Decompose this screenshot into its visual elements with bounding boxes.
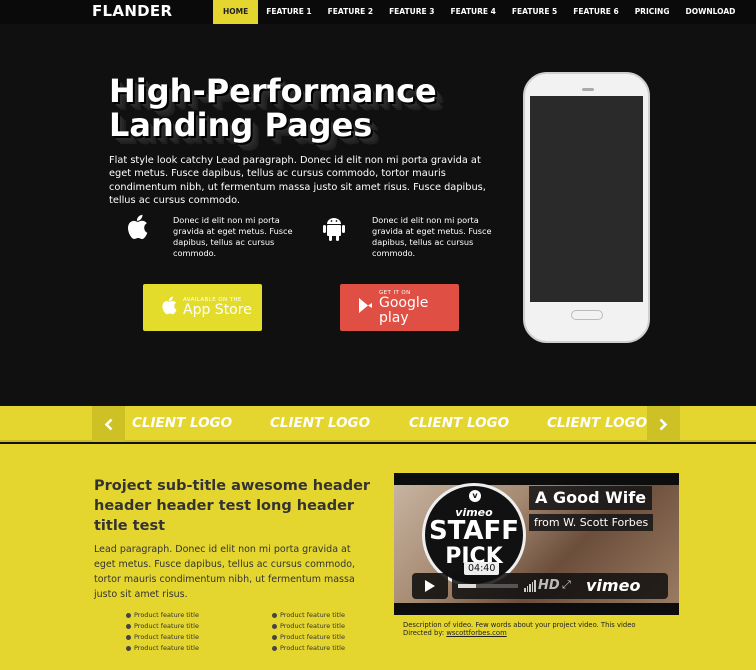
phone-mockup	[523, 72, 650, 343]
nav-item-feature-6[interactable]: FEATURE 6	[565, 0, 626, 24]
bullet-icon	[126, 645, 131, 651]
phone-screen	[530, 96, 643, 302]
feature-label: Product feature title	[280, 622, 345, 630]
hd-toggle[interactable]: HD	[538, 578, 560, 593]
bullet-icon	[126, 612, 131, 618]
project-section: Project sub-title awesome header header …	[0, 444, 756, 670]
video-progress-bar[interactable]	[458, 584, 518, 588]
video-title[interactable]: A Good Wife	[529, 486, 653, 510]
feature-label: Product feature title	[280, 633, 345, 641]
nav-item-pricing[interactable]: PRICING	[627, 0, 678, 24]
feature-label: Product feature title	[280, 644, 345, 652]
feature-item: Product feature title	[272, 643, 366, 653]
chevron-right-icon[interactable]	[647, 406, 680, 442]
feature-label: Product feature title	[134, 633, 199, 641]
bullet-icon	[126, 634, 131, 640]
play-button[interactable]	[412, 573, 448, 599]
feature-item: Product feature title	[272, 632, 366, 642]
bullet-icon	[272, 634, 277, 640]
feature-label: Product feature title	[280, 611, 345, 619]
feature-item: Product feature title	[126, 643, 272, 653]
apple-platform-text: Donec id elit non mi porta gravida at eg…	[173, 215, 293, 258]
android-platform-text: Donec id elit non mi porta gravida at eg…	[372, 215, 492, 258]
app-store-big-label: App Store	[183, 302, 252, 318]
apple-icon	[122, 212, 152, 242]
nav-item-feature-1[interactable]: FEATURE 1	[258, 0, 319, 24]
feature-label: Product feature title	[134, 644, 199, 652]
android-icon	[319, 214, 349, 244]
bullet-icon	[272, 645, 277, 651]
hero-section: High-Performance Landing Pages Flat styl…	[0, 24, 756, 406]
top-navbar: FLANDER HOME FEATURE 1 FEATURE 2 FEATURE…	[0, 0, 756, 24]
hero-title: High-Performance Landing Pages	[109, 72, 437, 144]
vimeo-logo[interactable]: vimeo	[586, 576, 640, 595]
nav-item-home[interactable]: HOME	[213, 0, 259, 24]
feature-label: Product feature title	[134, 611, 199, 619]
fullscreen-icon[interactable]: ⤢	[562, 578, 571, 592]
phone-speaker	[582, 88, 594, 91]
bullet-icon	[272, 612, 277, 618]
chevron-left-icon[interactable]	[92, 406, 125, 442]
client-logo-2: CLIENT LOGO	[270, 415, 371, 431]
volume-icon[interactable]	[524, 579, 536, 592]
project-lead-paragraph: Lead paragraph. Donec id elit non mi por…	[94, 544, 356, 600]
phone-home-button	[571, 310, 603, 320]
app-store-button[interactable]: AVAILABLE ON THE App Store	[143, 284, 262, 331]
client-logo-1: CLIENT LOGO	[132, 415, 233, 431]
nav-item-feature-5[interactable]: FEATURE 5	[504, 0, 565, 24]
video-caption: Description of video. Few words about yo…	[394, 615, 679, 645]
feature-list: Product feature title Product feature ti…	[126, 610, 366, 653]
nav-menu: HOME FEATURE 1 FEATURE 2 FEATURE 3 FEATU…	[213, 0, 743, 24]
google-play-icon	[358, 297, 373, 319]
bullet-icon	[272, 623, 277, 629]
brand-logo[interactable]: FLANDER	[92, 2, 172, 20]
feature-item: Product feature title	[126, 621, 272, 631]
video-credit: Directed by: wscottforbes.com	[403, 629, 671, 637]
google-play-button[interactable]: GET IT ON Google play	[340, 284, 459, 331]
play-icon	[425, 580, 435, 592]
video-time: 04:40	[464, 562, 500, 575]
video-description: Description of video. Few words about yo…	[403, 621, 636, 629]
nav-item-download[interactable]: DOWNLOAD	[677, 0, 743, 24]
feature-item: Product feature title	[272, 610, 366, 620]
feature-label: Product feature title	[134, 622, 199, 630]
video-controls: 04:40 HD ⤢ vimeo	[452, 562, 668, 599]
feature-item: Product feature title	[126, 610, 272, 620]
video-progress-fill	[458, 584, 476, 588]
client-logo-3: CLIENT LOGO	[409, 415, 510, 431]
bullet-icon	[126, 623, 131, 629]
apple-icon	[161, 296, 177, 320]
client-logo-carousel: CLIENT LOGO CLIENT LOGO CLIENT LOGO CLIE…	[0, 406, 756, 442]
nav-item-feature-4[interactable]: FEATURE 4	[442, 0, 503, 24]
directed-by-label: Directed by:	[403, 629, 445, 637]
feature-item: Product feature title	[126, 632, 272, 642]
badge-staff-label: STAFF	[428, 516, 520, 546]
video-byline[interactable]: from W. Scott Forbes	[529, 514, 654, 531]
nav-item-feature-3[interactable]: FEATURE 3	[381, 0, 442, 24]
video-player[interactable]: v vimeo STAFF PICK A Good Wife from W. S…	[394, 473, 679, 615]
nav-item-feature-2[interactable]: FEATURE 2	[320, 0, 381, 24]
video-letterbox-top	[394, 473, 679, 485]
hero-lead-paragraph: Flat style look catchy Lead paragraph. D…	[109, 155, 486, 207]
feature-item: Product feature title	[272, 621, 366, 631]
google-play-big-label: Google play	[379, 294, 429, 326]
vimeo-v-icon: v	[469, 490, 481, 502]
director-link[interactable]: wscottforbes.com	[446, 629, 506, 637]
video-letterbox-bottom	[394, 603, 679, 615]
client-logo-4: CLIENT LOGO	[547, 415, 648, 431]
project-subtitle: Project sub-title awesome header header …	[94, 478, 371, 534]
